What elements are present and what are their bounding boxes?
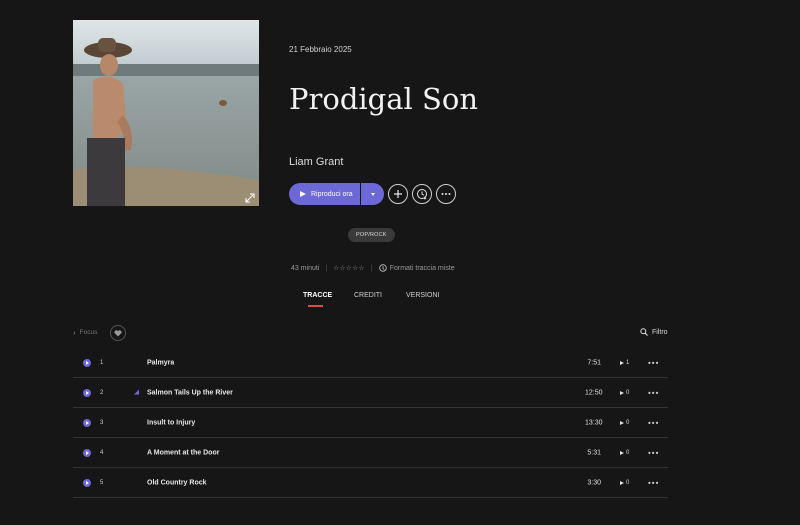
play-icon — [620, 480, 624, 485]
track-duration: 12:50 — [585, 389, 603, 396]
filter-button[interactable]: Filtro — [640, 328, 668, 336]
track-list: 1 Palmyra 7:51 1 ••• 2 Salmon Tails Up t… — [73, 348, 668, 498]
more-horizontal-icon — [441, 193, 451, 195]
track-more-icon[interactable]: ••• — [648, 478, 659, 487]
play-count: 0 — [620, 390, 629, 396]
track-title: Insult to Injury — [147, 419, 196, 426]
play-options-dropdown[interactable] — [361, 183, 384, 205]
play-icon — [620, 420, 624, 425]
track-duration: 13:30 — [585, 419, 603, 426]
hires-icon — [133, 388, 140, 397]
table-row[interactable]: 2 Salmon Tails Up the River 12:50 0 ••• — [73, 378, 668, 408]
track-play-button[interactable] — [83, 418, 91, 427]
track-more-icon[interactable]: ••• — [648, 358, 659, 367]
album-meta: 43 minuti | ☆☆☆☆☆ | Formati traccia mist… — [291, 264, 455, 272]
play-count: 1 — [620, 360, 629, 366]
play-count-value: 0 — [626, 449, 630, 456]
album-title: Prodigal Son — [289, 82, 479, 116]
chevron-down-icon — [370, 192, 375, 196]
tab-credits[interactable]: CREDITI — [354, 292, 382, 299]
play-count: 0 — [620, 420, 629, 426]
track-title: Salmon Tails Up the River — [147, 389, 233, 396]
tab-versions[interactable]: VERSIONI — [406, 292, 439, 299]
search-icon — [640, 328, 648, 336]
focus-label: Focus — [79, 329, 98, 336]
track-more-icon[interactable]: ••• — [648, 388, 659, 397]
track-play-button[interactable] — [83, 448, 91, 457]
album-cover[interactable] — [73, 20, 259, 206]
artist-name[interactable]: Liam Grant — [289, 156, 343, 168]
track-number: 1 — [100, 359, 104, 366]
download-button[interactable] — [412, 184, 432, 204]
play-count-value: 1 — [626, 359, 630, 366]
favorite-button[interactable] — [110, 325, 126, 341]
tab-tracks[interactable]: TRACCE — [303, 292, 332, 299]
play-icon — [620, 450, 624, 455]
divider: | — [325, 264, 328, 272]
track-more-icon[interactable]: ••• — [648, 418, 659, 427]
active-tab-indicator — [308, 305, 323, 307]
album-cover-art — [73, 20, 259, 206]
plus-icon — [394, 190, 402, 198]
play-count: 0 — [620, 450, 629, 456]
table-row[interactable]: 3 Insult to Injury 13:30 0 ••• — [73, 408, 668, 438]
focus-toggle[interactable]: › Focus — [73, 328, 97, 337]
track-duration: 3:30 — [587, 479, 601, 486]
table-row[interactable]: 4 A Moment at the Door 5:31 0 ••• — [73, 438, 668, 468]
track-number: 4 — [100, 449, 104, 456]
play-count-value: 0 — [626, 419, 630, 426]
track-title: A Moment at the Door — [147, 449, 220, 456]
format-icon — [378, 264, 387, 272]
track-title: Old Country Rock — [147, 479, 207, 486]
track-number: 3 — [100, 419, 104, 426]
play-icon — [86, 420, 89, 425]
album-duration: 43 minuti — [291, 264, 320, 272]
clock-download-icon — [417, 189, 427, 200]
play-icon — [620, 360, 624, 365]
more-options-button[interactable] — [436, 184, 456, 204]
heart-icon — [114, 329, 122, 336]
track-play-button[interactable] — [83, 478, 91, 487]
add-to-library-button[interactable] — [388, 184, 408, 204]
divider: | — [370, 264, 373, 272]
play-icon — [86, 360, 89, 365]
track-formats: Formati traccia miste — [389, 264, 455, 272]
play-count-value: 0 — [626, 479, 630, 486]
table-row[interactable]: 5 Old Country Rock 3:30 0 ••• — [73, 468, 668, 498]
play-now-button[interactable]: Riproduci ora — [289, 183, 360, 205]
play-icon — [86, 390, 89, 395]
track-play-button[interactable] — [83, 388, 91, 397]
release-date: 21 Febbraio 2025 — [289, 45, 352, 54]
filter-label: Filtro — [652, 328, 668, 336]
track-number: 5 — [100, 479, 104, 486]
track-title: Palmyra — [147, 359, 175, 366]
play-icon — [86, 480, 89, 485]
play-icon — [300, 191, 306, 197]
play-now-label: Riproduci ora — [311, 190, 353, 198]
play-icon — [86, 450, 89, 455]
play-count: 0 — [620, 480, 629, 486]
play-count-value: 0 — [626, 389, 630, 396]
genre-badge[interactable]: POP/ROCK — [348, 228, 395, 242]
chevron-right-icon: › — [73, 328, 76, 337]
play-icon — [620, 390, 624, 395]
table-row[interactable]: 1 Palmyra 7:51 1 ••• — [73, 348, 668, 378]
expand-icon[interactable] — [245, 193, 255, 203]
track-more-icon[interactable]: ••• — [648, 448, 659, 457]
track-duration: 5:31 — [587, 449, 601, 456]
track-number: 2 — [100, 389, 104, 396]
album-actions: Riproduci ora — [289, 183, 456, 205]
rating-stars[interactable]: ☆☆☆☆☆ — [333, 264, 365, 272]
track-play-button[interactable] — [83, 358, 91, 367]
track-duration: 7:51 — [587, 359, 601, 366]
